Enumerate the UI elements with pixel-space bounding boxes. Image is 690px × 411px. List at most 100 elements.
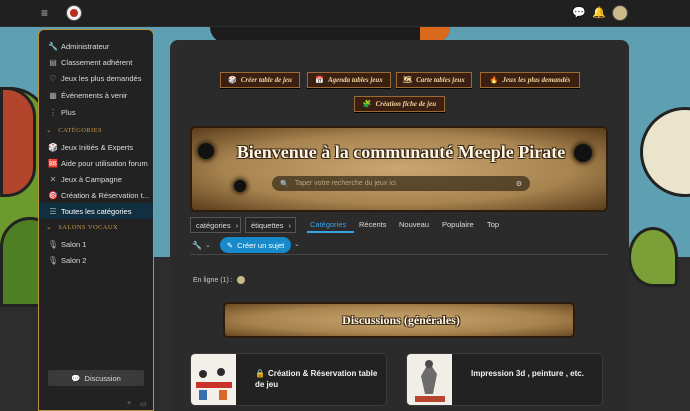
sidebar-item-label: Jeux les plus demandés (61, 73, 142, 83)
chat-icon: 💬 (71, 373, 81, 383)
sidebar-toggle-icon[interactable]: ▭ (140, 400, 147, 408)
sidebar-item-evenements[interactable]: ▦ Événements à venir (39, 87, 153, 103)
categories-heading: CATÉGORIES (58, 126, 102, 134)
quick-button-label: Créer table de jeu (240, 76, 292, 84)
create-game-table-button[interactable]: 🎲 Créer table de jeu (220, 72, 300, 88)
online-user-avatar[interactable] (236, 276, 245, 284)
menu-icon[interactable]: ≡ (41, 7, 53, 19)
fire-icon: 🔥 (489, 76, 499, 84)
divider (190, 254, 608, 255)
microphone-icon: 🎙 (47, 255, 59, 265)
quick-button-label: Création fiche de jeu (375, 100, 437, 108)
list-icon: ▤ (49, 57, 57, 67)
search-placeholder: Taper votre recherche du jeux ici (294, 180, 396, 187)
sidebar-item-administrateur[interactable]: 🔧 Administrateur (39, 38, 153, 54)
chevron-down-icon: ⌄ (204, 242, 211, 249)
target-icon: 🎯 (48, 190, 58, 200)
puzzle-icon: 🧩 (362, 100, 372, 108)
categories-section-header[interactable]: ⌄ CATÉGORIES (39, 123, 153, 137)
sidebar-item-label: Création & Réservation t... (61, 190, 149, 200)
search-options-icon[interactable]: ⚙ (516, 180, 522, 188)
category-card-creation-reservation[interactable]: 🔒 Création & Réservation table de jeu (190, 353, 387, 406)
category-card-impression-3d[interactable]: Impression 3d , peinture , etc. (406, 353, 603, 406)
sidebar-item-label: Toutes les catégories (61, 206, 132, 216)
search-icon: 🔍 (280, 180, 289, 188)
category-thumbnail (191, 354, 236, 405)
sidebar-category-jeux-campagne[interactable]: ✕ Jeux à Campagne (39, 171, 153, 187)
section-banner: Discussions (générales) (223, 302, 575, 338)
active-tab-indicator (307, 231, 354, 233)
site-logo[interactable] (66, 5, 82, 21)
sidebar-item-label: Jeux Initiés & Experts (61, 142, 134, 152)
more-icon: ⋮ (49, 107, 57, 117)
voice-section-header[interactable]: ⌄ SALONS VOCAUX (39, 220, 153, 234)
pencil-icon: ✎ (226, 240, 234, 250)
crossed-swords-icon: ✕ (49, 174, 57, 184)
create-topic-button[interactable]: ✎ Créer un sujet (220, 237, 291, 253)
chevron-right-icon: › (235, 220, 239, 230)
sidebar-category-creation-reservation[interactable]: 🎯 Création & Réservation t... (39, 187, 153, 203)
discussion-button[interactable]: 💬 Discussion (48, 370, 144, 386)
tab-top[interactable]: Top (487, 220, 499, 229)
category-thumbnail (407, 354, 452, 405)
sidebar-voice-salon-1[interactable]: 🎙 Salon 1 (39, 236, 153, 252)
sidebar-item-label: Classement adhérent (61, 57, 133, 67)
top-header: ≡ 💬 🔔 (0, 0, 690, 27)
create-game-sheet-button[interactable]: 🧩 Création fiche de jeu (354, 96, 445, 112)
user-avatar[interactable] (612, 5, 628, 21)
sidebar-item-plus[interactable]: ⋮ Plus (39, 104, 153, 120)
sidebar-voice-salon-2[interactable]: 🎙 Salon 2 (39, 252, 153, 268)
list-icon: ☰ (49, 206, 57, 216)
sidebar-item-label: Jeux à Campagne (61, 174, 122, 184)
sidebar-item-label: Plus (61, 107, 76, 117)
discussion-button-label: Discussion (84, 373, 121, 383)
calendar-icon: 📅 (315, 76, 324, 84)
online-users: En ligne (1) : (193, 276, 245, 284)
quick-button-label: Jeux les plus demandés (502, 76, 571, 84)
sidebar-category-toutes[interactable]: ☰ Toutes les catégories (39, 203, 153, 219)
card-title: 🔒 Création & Réservation table de jeu (255, 368, 380, 390)
tab-nouveau[interactable]: Nouveau (399, 220, 429, 229)
main-content: 🎲 Créer table de jeu 📅 Agenda tables jeu… (170, 40, 629, 411)
filter-navigation: catégories › étiquettes › Catégories Réc… (190, 217, 608, 235)
quick-button-label: Carte tables jeux (416, 76, 465, 84)
sidebar-category-jeux-inities[interactable]: 🎲 Jeux Initiés & Experts (39, 139, 153, 155)
card-title-text: Création & Réservation table de jeu (255, 369, 378, 389)
sidebar-item-label: Événements à venir (61, 90, 128, 100)
tab-populaire[interactable]: Populaire (442, 220, 474, 229)
lock-icon: 🔒 (255, 369, 265, 378)
tab-categories[interactable]: Catégories (310, 220, 346, 229)
meeple-players-illustration (196, 368, 232, 400)
dice-icon: 🎲 (228, 76, 237, 84)
sidebar-item-label: Salon 2 (61, 255, 87, 265)
sidebar-category-aide-forum[interactable]: 🆘 Aide pour utilisation forum (39, 155, 153, 171)
dice-icon: 🎲 (48, 142, 58, 152)
map-tables-button[interactable]: 🗺 Carte tables jeux (396, 72, 472, 88)
add-icon[interactable]: + (127, 400, 131, 407)
categories-dropdown[interactable]: catégories › (190, 217, 241, 233)
sidebar: 🔧 Administrateur ▤ Classement adhérent ♡… (38, 29, 154, 411)
notifications-bell-icon[interactable]: 🔔 (592, 6, 606, 20)
welcome-banner: Bienvenue à la communauté Meeple Pirate … (190, 126, 608, 212)
quick-button-label: Agenda tables jeux (327, 76, 383, 84)
calendar-icon: ▦ (49, 90, 57, 100)
heart-icon: ♡ (49, 73, 57, 83)
search-input[interactable]: 🔍 Taper votre recherche du jeux ici ⚙ (272, 176, 530, 191)
microphone-icon: 🎙 (47, 239, 59, 249)
chevron-right-icon: › (288, 220, 292, 230)
sidebar-item-classement[interactable]: ▤ Classement adhérent (39, 54, 153, 70)
sos-icon: 🆘 (48, 158, 58, 168)
create-topic-dropdown-icon[interactable]: ⌄ (294, 240, 300, 248)
sidebar-item-jeux-demandes[interactable]: ♡ Jeux les plus demandés (39, 70, 153, 86)
banner-hole-decoration (234, 180, 246, 192)
tags-dropdown[interactable]: étiquettes › (245, 217, 296, 233)
section-title: Discussions (générales) (342, 313, 460, 327)
welcome-title: Bienvenue à la communauté Meeple Pirate (236, 142, 566, 162)
card-title: Impression 3d , peinture , etc. (471, 368, 596, 379)
tab-recents[interactable]: Récents (359, 220, 387, 229)
admin-tools-button[interactable]: 🔧 ⌄ (192, 238, 216, 252)
most-requested-games-button[interactable]: 🔥 Jeux les plus demandés (480, 72, 580, 88)
background-parrot (0, 87, 36, 197)
agenda-tables-button[interactable]: 📅 Agenda tables jeux (307, 72, 391, 88)
chat-icon[interactable]: 💬 (572, 6, 586, 20)
